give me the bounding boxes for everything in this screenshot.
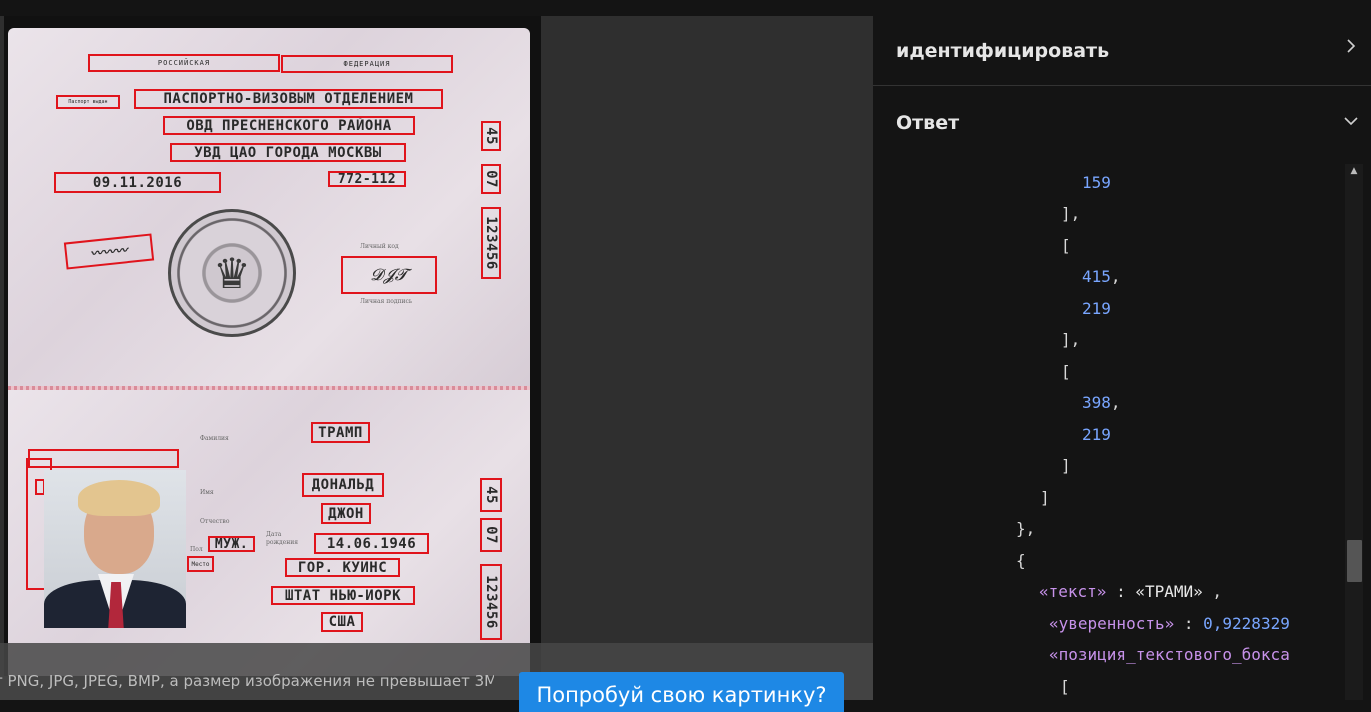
- ocr-box-series-1-bottom: 45: [480, 478, 502, 512]
- ocr-box-dept-code: 772-112: [328, 171, 406, 187]
- ocr-box-issuer-line3: УВД ЦАО ГОРОДА МОСКВЫ: [170, 143, 406, 162]
- json-text-entry: «текст» : «ТРАМИ» ,: [1039, 582, 1223, 601]
- top-bar: [0, 0, 1371, 16]
- ocr-box-number-top: 123456: [481, 207, 501, 279]
- ocr-box-number-bottom: 123456: [480, 564, 502, 640]
- ocr-box-country-right: ФЕДЕРАЦИЯ: [281, 55, 453, 73]
- json-punct: {: [1016, 551, 1026, 570]
- name-label: Имя: [200, 489, 214, 496]
- ocr-box-patronymic: ДЖОН: [321, 503, 371, 524]
- passport-image: РОССИЙСКАЯ ФЕДЕРАЦИЯ Паспорт выдан ПАСПО…: [4, 16, 541, 676]
- ocr-box-issuer-line1: ПАСПОРТНО-ВИЗОВЫМ ОТДЕЛЕНИЕМ: [134, 89, 443, 109]
- json-punct: ]: [1040, 488, 1050, 507]
- json-confidence-entry: «уверенность» : 0,9228329: [1049, 614, 1290, 633]
- ocr-box-series-2-bottom: 07: [480, 518, 502, 552]
- passport-top-page: [8, 28, 530, 391]
- identify-title: идентифицировать: [896, 40, 1110, 62]
- json-value-line: 398,: [1082, 393, 1121, 412]
- holder-photo: [44, 470, 186, 628]
- json-punct: ]: [1061, 456, 1071, 475]
- ocr-box-signature: 𝓓𝓙𝓣: [341, 256, 437, 294]
- ocr-box-name: ДОНАЛЬД: [302, 473, 384, 497]
- json-scrollbar[interactable]: ▲: [1345, 164, 1363, 700]
- ocr-box-surname: ТРАМП: [311, 422, 370, 443]
- ocr-box-country-left: РОССИЙСКАЯ: [88, 54, 280, 72]
- try-your-image-button[interactable]: Попробуй свою картинку?: [519, 672, 844, 712]
- json-punct: [: [1061, 236, 1071, 255]
- signature-label: Личная подпись: [360, 298, 413, 305]
- scroll-up-arrow-icon[interactable]: ▲: [1345, 164, 1363, 178]
- ocr-box-pob-label: Место: [187, 556, 214, 572]
- ocr-box-pob-line3: США: [321, 612, 363, 632]
- json-punct: [: [1061, 362, 1071, 381]
- json-value-line: 415,: [1082, 267, 1121, 286]
- surname-label: Фамилия: [200, 435, 229, 442]
- personal-code-label: Личный код: [360, 243, 399, 250]
- json-punct: [: [1060, 677, 1070, 696]
- json-response-view: 159 ], [ 415, 219 ], [ 398, 219 ] ] }, {…: [873, 162, 1343, 700]
- eagle-emblem-icon: ♛: [213, 248, 251, 298]
- patronymic-label: Отчество: [200, 518, 230, 525]
- json-value: 159: [1082, 173, 1111, 192]
- json-value: 219: [1082, 425, 1111, 444]
- upload-hint: т PNG, JPG, JPEG, BMP, а размер изображе…: [0, 672, 494, 690]
- answer-title: Ответ: [896, 112, 960, 134]
- ocr-box-series-2-top: 07: [481, 164, 501, 194]
- ocr-box-sex: МУЖ.: [208, 536, 255, 552]
- ocr-box-pob-line2: ШТАТ НЬЮ-ИОРК: [271, 586, 415, 605]
- identify-section-header[interactable]: идентифицировать: [873, 16, 1371, 86]
- sex-label: Пол: [190, 546, 203, 553]
- json-punct: ],: [1061, 330, 1081, 349]
- ocr-box-pob-line1: ГОР. КУИНС: [285, 558, 400, 577]
- json-punct: },: [1016, 519, 1036, 538]
- ocr-box-issued-by-label: Паспорт выдан: [56, 95, 120, 109]
- chevron-down-icon: [1344, 117, 1358, 126]
- ocr-box-issue-date: 09.11.2016: [54, 172, 221, 193]
- image-preview-pane: РОССИЙСКАЯ ФЕДЕРАЦИЯ Паспорт выдан ПАСПО…: [0, 16, 873, 700]
- ocr-box-series-1-top: 45: [481, 121, 501, 151]
- json-box-entry: «позиция_текстового_бокса: [1049, 645, 1290, 664]
- json-punct: ],: [1061, 204, 1081, 223]
- answer-section-header[interactable]: Ответ: [873, 87, 1371, 157]
- official-stamp: ♛: [168, 209, 296, 337]
- dob-label: Дата рождения: [266, 531, 299, 546]
- chevron-right-icon: [1347, 39, 1356, 53]
- ocr-box-dob: 14.06.1946: [314, 533, 429, 554]
- json-value: 219: [1082, 299, 1111, 318]
- scroll-thumb[interactable]: [1347, 540, 1362, 582]
- ocr-box-issuer-line2: ОВД ПРЕСНЕНСКОГО РАЙОНА: [163, 116, 415, 135]
- results-panel: идентифицировать Ответ 159 ], [ 415, 219…: [873, 16, 1371, 700]
